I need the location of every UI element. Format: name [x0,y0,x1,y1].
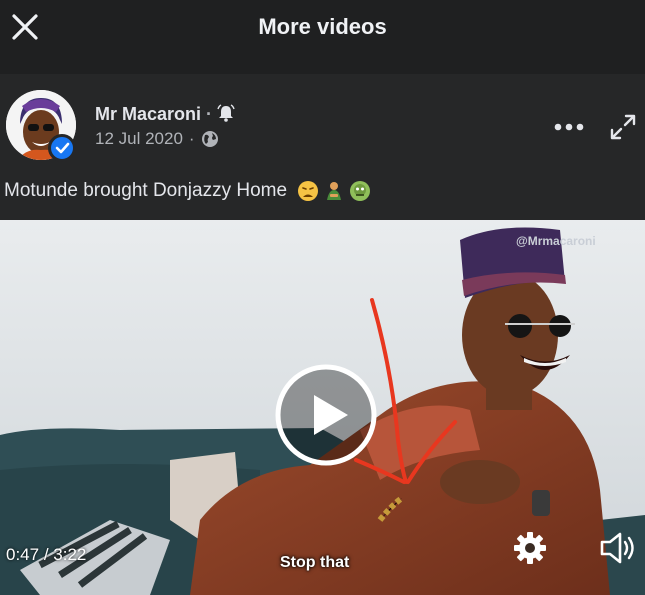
bell-icon[interactable] [217,104,235,122]
author-separator: · [206,104,213,124]
globe-icon [201,131,218,147]
top-bar: More videos [0,0,645,74]
volume-icon [600,532,634,564]
post-date[interactable]: 12 Jul 2020 [95,129,183,149]
page-title: More videos [258,14,387,39]
person-bowing-emoji [327,182,342,200]
video-subtitle: Stop that [280,554,350,571]
post-meta: 12 Jul 2020 · [95,129,219,149]
date-separator: · [188,129,195,148]
caption-text: Motunde brought Donjazzy Home [4,180,288,201]
post-caption: Motunde brought Donjazzy Home [4,180,371,202]
more-options-icon [554,123,584,131]
expand-icon [610,114,636,140]
play-icon [275,364,377,466]
play-button[interactable] [274,363,378,467]
verified-badge [48,134,76,162]
volume-button[interactable] [598,530,638,566]
time-total: 3:22 [53,545,87,564]
time-current: 0:47 [6,545,40,564]
settings-gear-icon [514,532,546,564]
author-name[interactable]: Mr Macaroni [95,104,201,124]
weary-face-emoji [298,181,319,201]
video-time: 0:47 / 3:22 [6,545,86,565]
more-options-button[interactable] [553,120,585,134]
time-separator: / [43,545,49,564]
post-header: Mr Macaroni · 12 Jul 2020 · Motunde brou [0,74,645,220]
verified-badge-icon [55,142,70,154]
video-watermark: @Mrmacaroni [516,234,596,248]
settings-button[interactable] [512,530,548,566]
zombie-emoji [350,181,371,201]
expand-button[interactable] [608,112,638,142]
video-player[interactable]: @Mrmacaroni 0:47 / 3:22 Stop that [0,220,645,595]
author-row: Mr Macaroni · [95,104,235,125]
